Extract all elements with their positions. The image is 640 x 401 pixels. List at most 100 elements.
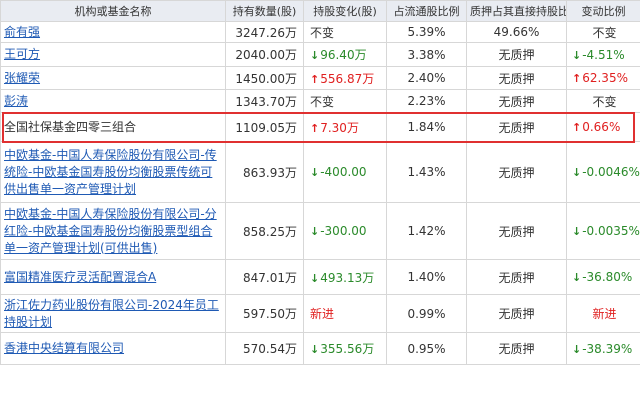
- holder-name-cell: 王可方: [0, 42, 226, 67]
- share-change-cell: 不变: [303, 89, 387, 113]
- change-value: 493.13万: [320, 270, 375, 285]
- change-value: 556.87万: [320, 71, 375, 86]
- float-pct-cell: 2.40%: [386, 66, 467, 90]
- shares-cell: 3247.26万: [225, 21, 304, 43]
- table-row: 彭涛 1343.70万 不变 2.23% 无质押 不变: [0, 89, 640, 113]
- change-value: 新进: [592, 307, 617, 321]
- holder-name-link[interactable]: 彭涛: [4, 94, 28, 108]
- arrow-down-icon: ↓: [572, 166, 582, 179]
- holder-name-link[interactable]: 王可方: [4, 47, 40, 61]
- change-pct-cell: ↓-4.51%: [566, 42, 640, 67]
- header-change: 持股变化(股): [303, 0, 387, 22]
- change-value: 不变: [592, 94, 617, 109]
- share-change-cell: ↓355.56万: [303, 332, 387, 365]
- shares-cell: 597.50万: [225, 294, 304, 333]
- shares-cell: 1343.70万: [225, 89, 304, 113]
- pledge-cell: 无质押: [466, 66, 567, 90]
- share-change-cell: 新进: [303, 294, 387, 333]
- table-header: 机构或基金名称 持有数量(股) 持股变化(股) 占流通股比例 质押占其直接持股比…: [0, 0, 640, 22]
- header-shares: 持有数量(股): [225, 0, 304, 22]
- pledge-cell: 无质押: [466, 202, 567, 260]
- shareholder-table: 机构或基金名称 持有数量(股) 持股变化(股) 占流通股比例 质押占其直接持股比…: [0, 0, 640, 365]
- header-pledge: 质押占其直接持股比: [466, 0, 567, 22]
- change-value: -36.80%: [582, 270, 633, 284]
- holder-name-link[interactable]: 中欧基金-中国人寿保险股份有限公司-传统险-中欧基金国寿股份均衡股票传统可供出售…: [4, 148, 217, 196]
- change-pct-cell: ↑62.35%: [566, 66, 640, 90]
- float-pct-cell: 0.99%: [386, 294, 467, 333]
- header-change-pct: 变动比例: [566, 0, 640, 22]
- holder-name-link[interactable]: 富国精准医疗灵活配置混合A: [4, 270, 156, 284]
- share-change-cell: ↑556.87万: [303, 66, 387, 90]
- change-value: -0.0035%: [582, 224, 640, 238]
- pledge-cell: 无质押: [466, 141, 567, 203]
- pledge-cell: 无质押: [466, 259, 567, 295]
- arrow-down-icon: ↓: [310, 166, 320, 179]
- pledge-cell: 无质押: [466, 112, 567, 142]
- arrow-up-icon: ↑: [310, 72, 320, 86]
- pledge-cell: 无质押: [466, 294, 567, 333]
- holder-name-cell: 富国精准医疗灵活配置混合A: [0, 259, 226, 295]
- table-row: 王可方 2040.00万 ↓96.40万 3.38% 无质押 ↓-4.51%: [0, 42, 640, 67]
- change-value: 355.56万: [320, 342, 375, 356]
- change-value: -400.00: [320, 165, 367, 179]
- pledge-cell: 无质押: [466, 332, 567, 365]
- holder-name-link[interactable]: 中欧基金-中国人寿保险股份有限公司-分红险-中欧基金国寿股份均衡股票型组合单一资…: [4, 207, 217, 255]
- share-change-cell: ↓493.13万: [303, 259, 387, 295]
- holder-name-cell: 全国社保基金四零三组合: [0, 112, 226, 142]
- table-row: 俞有强 3247.26万 不变 5.39% 49.66% 不变: [0, 21, 640, 43]
- shares-cell: 847.01万: [225, 259, 304, 295]
- shares-cell: 2040.00万: [225, 42, 304, 67]
- pledge-cell: 49.66%: [466, 21, 567, 43]
- share-change-cell: ↓96.40万: [303, 42, 387, 67]
- holder-name-cell: 中欧基金-中国人寿保险股份有限公司-传统险-中欧基金国寿股份均衡股票传统可供出售…: [0, 141, 226, 203]
- holder-name-cell: 香港中央结算有限公司: [0, 332, 226, 365]
- holder-name-cell: 俞有强: [0, 21, 226, 43]
- float-pct-cell: 1.43%: [386, 141, 467, 203]
- change-value: 不变: [310, 94, 335, 109]
- arrow-down-icon: ↓: [572, 342, 582, 356]
- arrow-down-icon: ↓: [310, 49, 320, 62]
- holder-name-cell: 彭涛: [0, 89, 226, 113]
- shares-cell: 1450.00万: [225, 66, 304, 90]
- change-value: 0.66%: [582, 120, 621, 134]
- holder-name-link[interactable]: 张耀荣: [4, 71, 40, 85]
- header-float-pct: 占流通股比例: [386, 0, 467, 22]
- change-pct-cell: 不变: [566, 89, 640, 113]
- share-change-cell: ↑7.30万: [303, 112, 387, 142]
- shares-cell: 1109.05万: [225, 112, 304, 142]
- arrow-down-icon: ↓: [310, 343, 320, 356]
- arrow-down-icon: ↓: [572, 225, 582, 238]
- arrow-down-icon: ↓: [310, 271, 320, 285]
- share-change-cell: ↓-400.00: [303, 141, 387, 203]
- header-name: 机构或基金名称: [0, 0, 226, 22]
- arrow-down-icon: ↓: [310, 225, 320, 238]
- pledge-cell: 无质押: [466, 89, 567, 113]
- change-value: -38.39%: [582, 341, 633, 356]
- float-pct-cell: 0.95%: [386, 332, 467, 365]
- change-pct-cell: ↑0.66%: [566, 112, 640, 142]
- table-row: 张耀荣 1450.00万 ↑556.87万 2.40% 无质押 ↑62.35%: [0, 66, 640, 90]
- table-body: 俞有强 3247.26万 不变 5.39% 49.66% 不变 王可方 2040.00万 ↓96…: [0, 21, 640, 365]
- shares-cell: 858.25万: [225, 202, 304, 260]
- holder-name-link[interactable]: 俞有强: [4, 25, 40, 39]
- change-value: 不变: [592, 25, 617, 40]
- change-value: -4.51%: [582, 47, 625, 62]
- change-pct-cell: ↓-36.80%: [566, 259, 640, 295]
- table-row: 中欧基金-中国人寿保险股份有限公司-分红险-中欧基金国寿股份均衡股票型组合单一资…: [0, 202, 640, 260]
- holder-name-cell: 张耀荣: [0, 66, 226, 90]
- holder-name-cell: 浙江佐力药业股份有限公司-2024年员工持股计划: [0, 294, 226, 333]
- holder-name: 全国社保基金四零三组合: [4, 119, 137, 134]
- table-row: 全国社保基金四零三组合 1109.05万 ↑7.30万 1.84% 无质押 ↑0.66%: [0, 112, 640, 142]
- float-pct-cell: 5.39%: [386, 21, 467, 43]
- change-value: -0.0046%: [582, 165, 640, 179]
- holder-name-link[interactable]: 浙江佐力药业股份有限公司-2024年员工持股计划: [4, 298, 219, 329]
- change-pct-cell: ↓-0.0046%: [566, 141, 640, 203]
- float-pct-cell: 1.40%: [386, 259, 467, 295]
- float-pct-cell: 3.38%: [386, 42, 467, 67]
- holder-name-cell: 中欧基金-中国人寿保险股份有限公司-分红险-中欧基金国寿股份均衡股票型组合单一资…: [0, 202, 226, 260]
- table-row: 中欧基金-中国人寿保险股份有限公司-传统险-中欧基金国寿股份均衡股票传统可供出售…: [0, 141, 640, 203]
- change-value: 不变: [310, 25, 335, 40]
- arrow-up-icon: ↑: [572, 72, 582, 85]
- holder-name-link[interactable]: 香港中央结算有限公司: [4, 341, 124, 355]
- float-pct-cell: 2.23%: [386, 89, 467, 113]
